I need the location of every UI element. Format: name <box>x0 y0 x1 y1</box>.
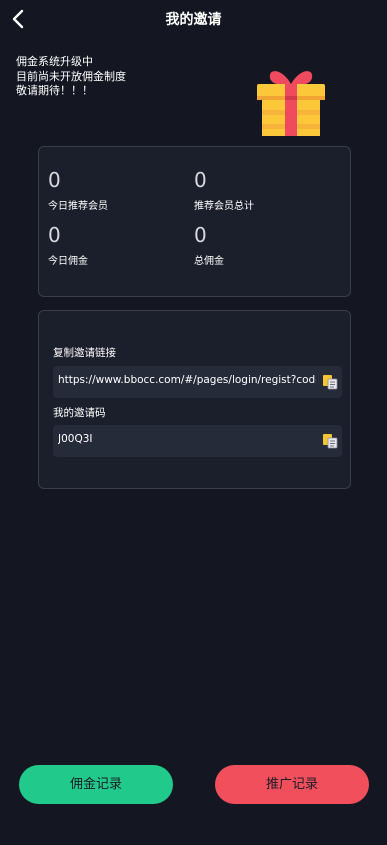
gift-box-icon <box>257 71 325 136</box>
stat-value: 0 <box>48 223 61 247</box>
invite-code-label: 我的邀请码 <box>53 407 106 419</box>
stat-value: 0 <box>48 168 61 192</box>
stat-value: 0 <box>194 223 207 247</box>
copy-icon[interactable] <box>322 433 338 449</box>
invite-link-value: https://www.bbocc.com/#/pages/login/regi… <box>58 374 316 386</box>
notice-line-1: 佣金系统升级中 <box>16 55 93 68</box>
stat-value: 0 <box>194 168 207 192</box>
invite-code-value: J00Q3I <box>58 433 93 445</box>
notice-line-2: 目前尚未开放佣金制度 <box>16 69 126 83</box>
invite-link-label: 复制邀请链接 <box>53 347 116 359</box>
stat-label: 总佣金 <box>194 256 224 267</box>
stats-card: 0 今日推荐会员 0 推荐会员总计 0 今日佣金 0 总佣金 <box>38 146 351 297</box>
stat-label: 今日推荐会员 <box>48 201 108 212</box>
invite-card: 复制邀请链接 https://www.bbocc.com/#/pages/log… <box>38 310 351 489</box>
invite-link-field[interactable]: https://www.bbocc.com/#/pages/login/regi… <box>53 366 342 398</box>
promotion-records-button[interactable]: 推广记录 <box>215 765 369 804</box>
copy-icon[interactable] <box>322 374 338 390</box>
header-bar: 我的邀请 <box>0 0 387 38</box>
stat-label: 今日佣金 <box>48 256 88 267</box>
commission-records-button[interactable]: 佣金记录 <box>19 765 173 804</box>
stat-label: 推荐会员总计 <box>194 201 254 212</box>
stat-today-referrals: 0 今日推荐会员 <box>48 169 108 212</box>
stat-total-commission: 0 总佣金 <box>194 224 224 267</box>
invite-page: 我的邀请 佣金系统升级中 目前尚未开放佣金制度 敬请期待！！！ 0 今日推荐会员… <box>0 0 387 845</box>
invite-code-field[interactable]: J00Q3I <box>53 425 342 457</box>
notice-line-3: 敬请期待！！！ <box>16 84 93 97</box>
page-title: 我的邀请 <box>165 12 222 28</box>
upgrade-notice: 佣金系统升级中 目前尚未开放佣金制度 敬请期待！！！ <box>16 55 126 99</box>
stat-today-commission: 0 今日佣金 <box>48 224 88 267</box>
stat-total-referrals: 0 推荐会员总计 <box>194 169 254 212</box>
